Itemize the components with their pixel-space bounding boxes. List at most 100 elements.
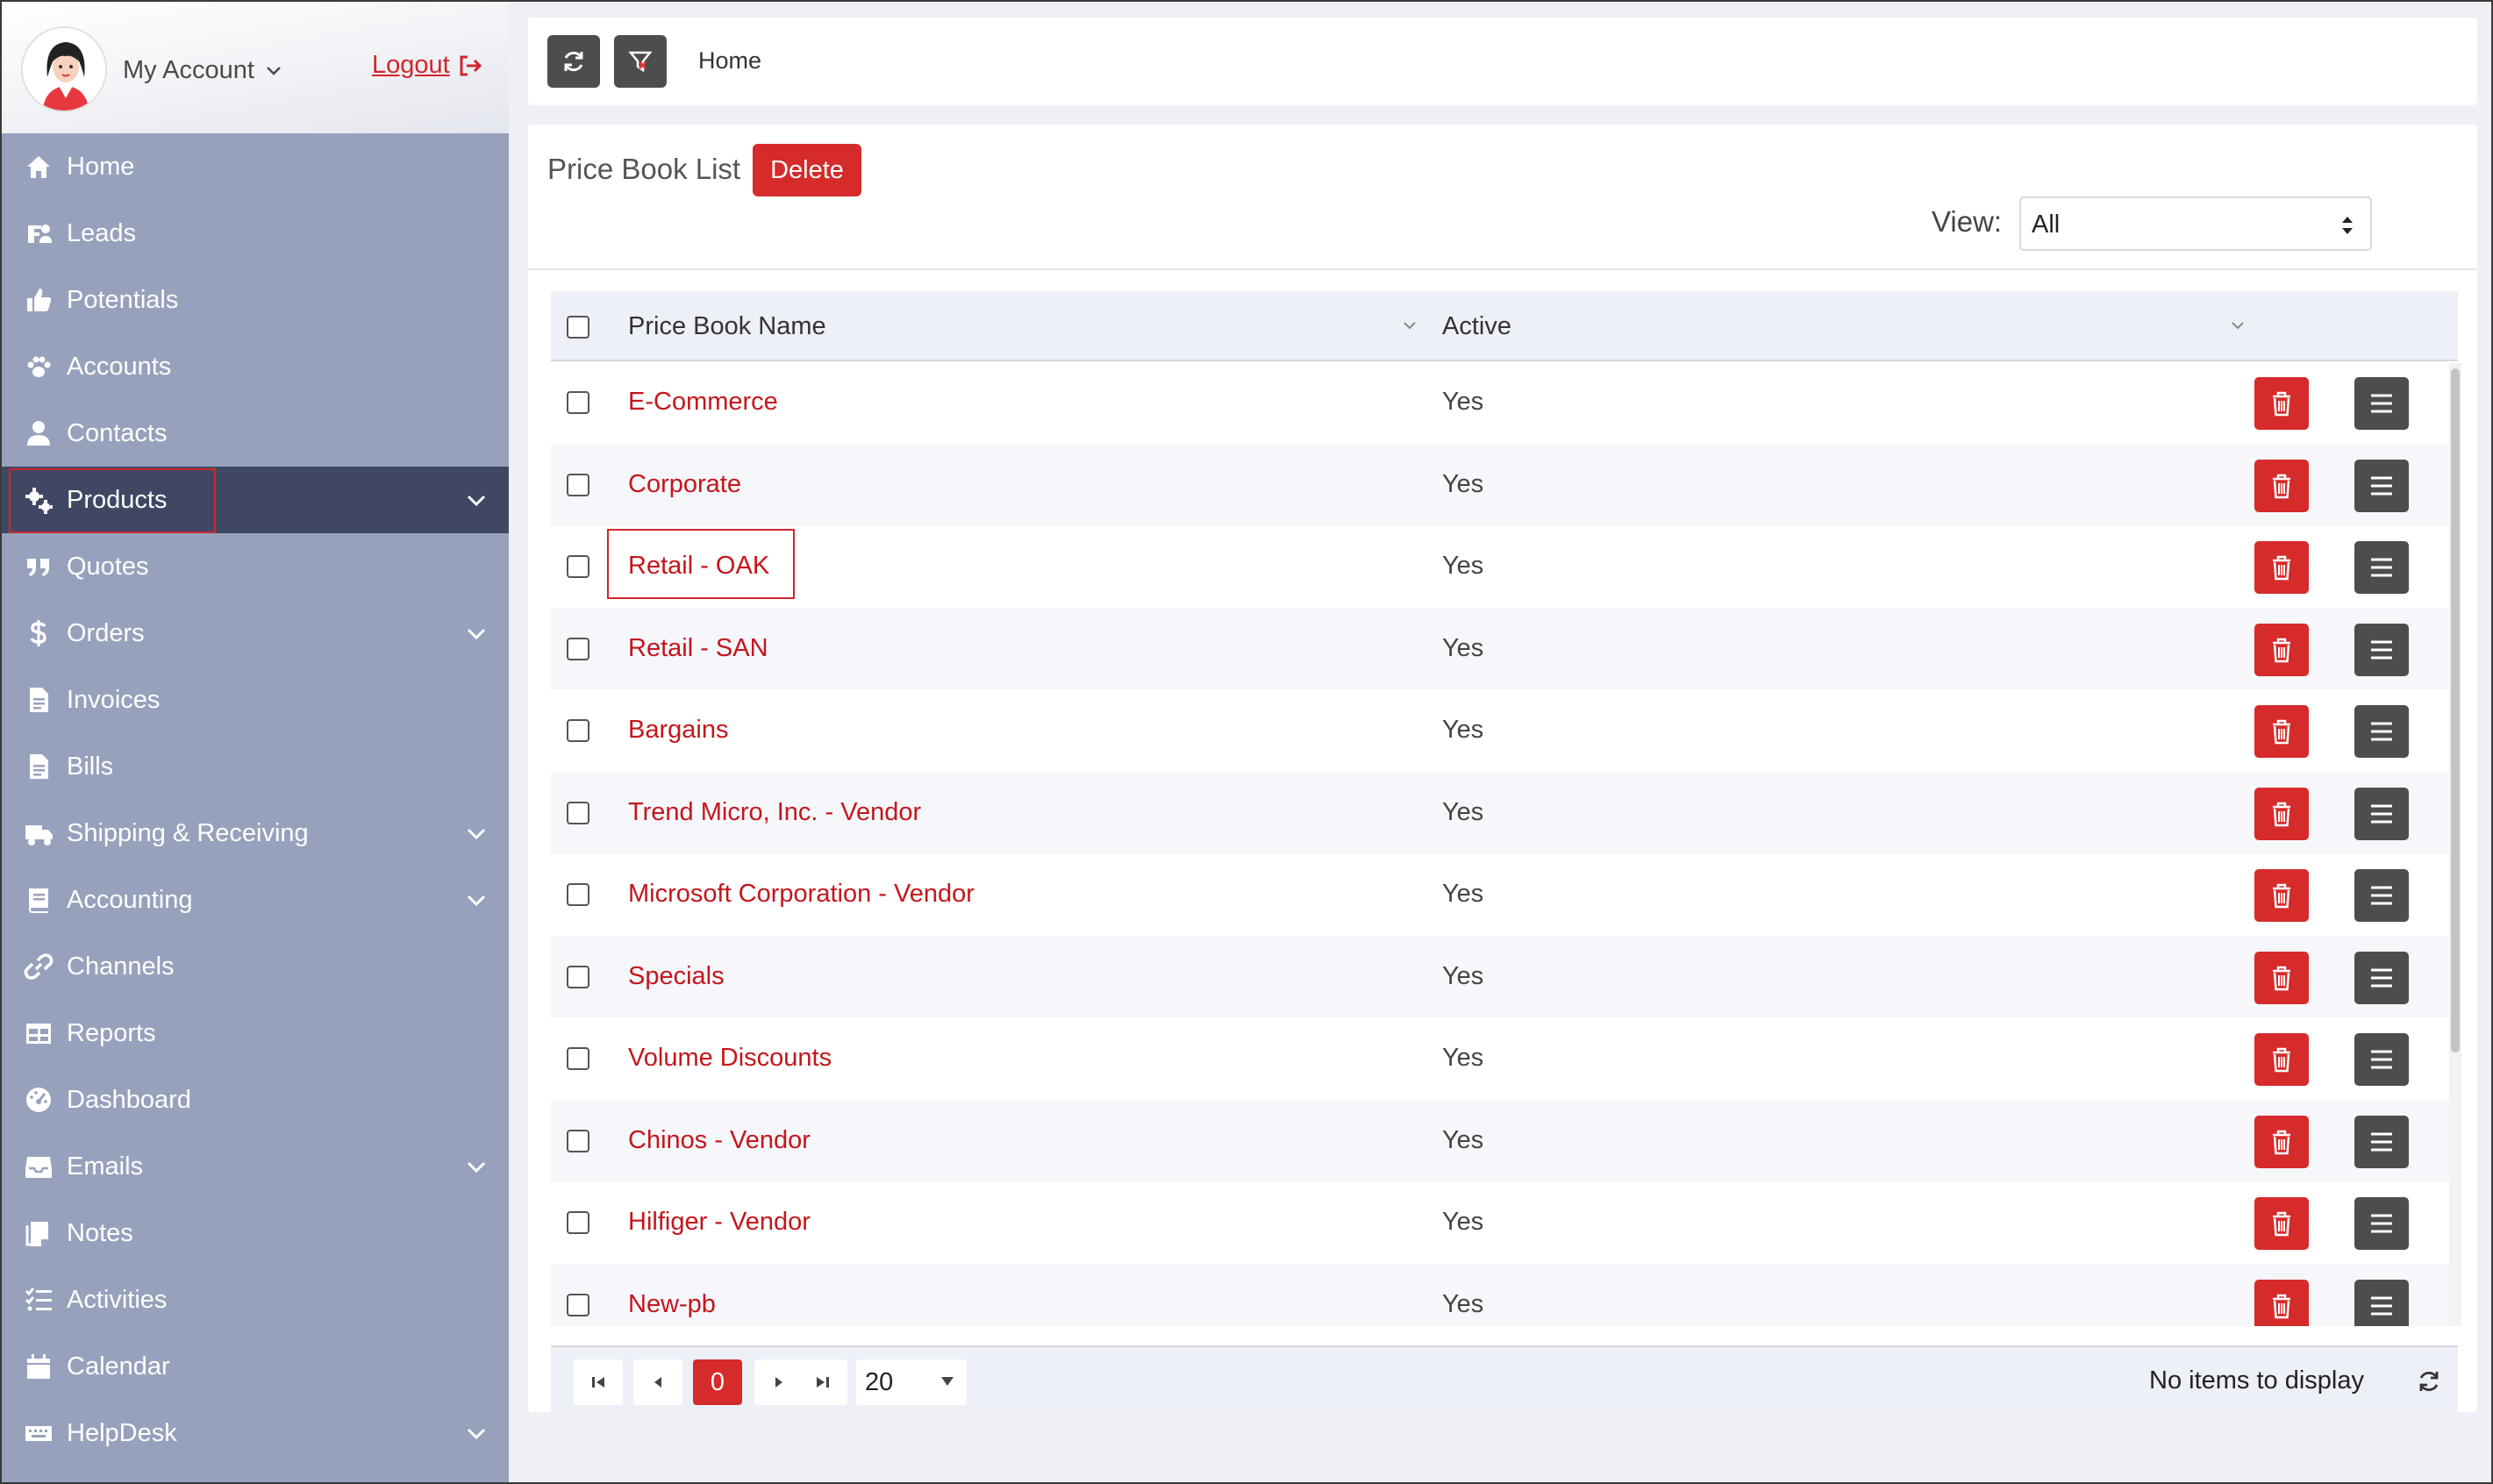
row-menu-button[interactable] [2354, 951, 2409, 1004]
table-row[interactable]: Bargains Yes [551, 689, 2458, 772]
row-menu-button[interactable] [2354, 869, 2409, 922]
sidebar-item-products[interactable]: Products [2, 467, 509, 533]
row-checkbox[interactable] [567, 883, 589, 906]
price-book-name-link[interactable]: Corporate [628, 470, 741, 499]
delete-button[interactable]: Delete [753, 144, 861, 196]
sidebar-item-home[interactable]: Home [2, 133, 509, 200]
delete-row-button[interactable] [2254, 459, 2309, 512]
row-checkbox[interactable] [567, 473, 589, 496]
my-account-menu[interactable]: My Account [123, 56, 284, 85]
clear-filter-button[interactable] [614, 35, 667, 88]
row-checkbox[interactable] [567, 391, 589, 414]
price-book-name-link[interactable]: New-pb [628, 1290, 716, 1319]
delete-row-button[interactable] [2254, 623, 2309, 676]
sidebar-item-reports[interactable]: Reports [2, 1000, 509, 1067]
delete-row-button[interactable] [2254, 705, 2309, 758]
column-menu-icon[interactable] [2228, 316, 2247, 335]
delete-row-button[interactable] [2254, 1197, 2309, 1250]
sidebar-item-potentials[interactable]: Potentials [2, 267, 509, 333]
row-menu-button[interactable] [2354, 787, 2409, 840]
delete-row-button[interactable] [2254, 541, 2309, 594]
row-menu-button[interactable] [2354, 541, 2409, 594]
current-page-button[interactable]: 0 [693, 1359, 742, 1405]
row-menu-button[interactable] [2354, 1033, 2409, 1086]
sidebar-item-invoices[interactable]: Invoices [2, 667, 509, 733]
grid-scrollbar[interactable] [2449, 363, 2461, 1326]
logout-link[interactable]: Logout [372, 51, 483, 80]
chevron-down-icon[interactable] [463, 888, 489, 914]
delete-row-button[interactable] [2254, 787, 2309, 840]
row-menu-button[interactable] [2354, 1197, 2409, 1250]
refresh-button[interactable] [547, 35, 600, 88]
sidebar-item-activities[interactable]: Activities [2, 1266, 509, 1333]
table-row[interactable]: Hilfiger - Vendor Yes [551, 1181, 2458, 1264]
price-book-name-link[interactable]: Bargains [628, 716, 728, 745]
price-book-name-link[interactable]: Microsoft Corporation - Vendor [628, 880, 975, 909]
page-size-select[interactable]: 20 [856, 1359, 967, 1405]
chevron-down-icon[interactable] [463, 621, 489, 647]
delete-row-button[interactable] [2254, 377, 2309, 430]
row-checkbox[interactable] [567, 1129, 589, 1152]
row-checkbox[interactable] [567, 719, 589, 742]
column-menu-icon[interactable] [1400, 316, 1419, 335]
last-page-button[interactable] [798, 1359, 847, 1405]
chevron-down-icon[interactable] [463, 1154, 489, 1181]
breadcrumb[interactable]: Home [698, 47, 761, 75]
sidebar-item-channels[interactable]: Channels [2, 933, 509, 1000]
row-checkbox[interactable] [567, 801, 589, 824]
column-header-active[interactable]: Active [1442, 312, 1511, 341]
row-menu-button[interactable] [2354, 623, 2409, 676]
table-row[interactable]: Retail - OAK Yes [551, 525, 2458, 608]
delete-row-button[interactable] [2254, 869, 2309, 922]
delete-row-button[interactable] [2254, 1279, 2309, 1326]
sidebar-item-accounting[interactable]: Accounting [2, 867, 509, 933]
view-select[interactable]: All [2019, 196, 2372, 251]
sidebar-item-helpdesk[interactable]: HelpDesk [2, 1400, 509, 1466]
table-row[interactable]: Trend Micro, Inc. - Vendor Yes [551, 771, 2458, 853]
table-row[interactable]: Retail - SAN Yes [551, 607, 2458, 689]
first-page-button[interactable] [574, 1359, 623, 1405]
table-row[interactable]: Microsoft Corporation - Vendor Yes [551, 853, 2458, 936]
prev-page-button[interactable] [633, 1359, 682, 1405]
row-menu-button[interactable] [2354, 1115, 2409, 1168]
table-row[interactable]: Chinos - Vendor Yes [551, 1099, 2458, 1181]
delete-row-button[interactable] [2254, 1115, 2309, 1168]
sidebar-item-orders[interactable]: Orders [2, 600, 509, 667]
pager-refresh-icon[interactable] [2416, 1368, 2442, 1395]
row-menu-button[interactable] [2354, 459, 2409, 512]
delete-row-button[interactable] [2254, 1033, 2309, 1086]
sidebar-item-bills[interactable]: Bills [2, 733, 509, 800]
sidebar-item-calendar[interactable]: Calendar [2, 1333, 509, 1400]
table-row[interactable]: E-Commerce Yes [551, 361, 2458, 444]
chevron-down-icon[interactable] [463, 488, 489, 514]
row-checkbox[interactable] [567, 1211, 589, 1234]
row-checkbox[interactable] [567, 965, 589, 988]
price-book-name-link[interactable]: E-Commerce [628, 388, 778, 417]
chevron-down-icon[interactable] [463, 821, 489, 847]
price-book-name-link[interactable]: Chinos - Vendor [628, 1126, 811, 1155]
sidebar-item-dashboard[interactable]: Dashboard [2, 1067, 509, 1133]
price-book-name-link[interactable]: Specials [628, 962, 725, 991]
sidebar-item-leads[interactable]: Leads [2, 200, 509, 267]
sidebar-item-notes[interactable]: Notes [2, 1200, 509, 1266]
price-book-name-link[interactable]: Volume Discounts [628, 1044, 832, 1073]
chevron-down-icon[interactable] [463, 1421, 489, 1447]
table-row[interactable]: Volume Discounts Yes [551, 1017, 2458, 1100]
sidebar-item-shipping-and-receiving[interactable]: Shipping & Receiving [2, 800, 509, 867]
scrollbar-thumb[interactable] [2451, 368, 2460, 1052]
price-book-name-link[interactable]: Trend Micro, Inc. - Vendor [628, 798, 921, 827]
table-row[interactable]: Specials Yes [551, 935, 2458, 1017]
sidebar-item-accounts[interactable]: Accounts [2, 333, 509, 400]
sidebar-item-quotes[interactable]: Quotes [2, 533, 509, 600]
row-menu-button[interactable] [2354, 705, 2409, 758]
avatar[interactable] [21, 26, 107, 112]
table-row[interactable]: Corporate Yes [551, 443, 2458, 525]
select-all-checkbox[interactable] [567, 316, 589, 339]
row-menu-button[interactable] [2354, 1279, 2409, 1326]
row-checkbox[interactable] [567, 555, 589, 578]
next-page-button[interactable] [754, 1359, 804, 1405]
row-checkbox[interactable] [567, 1047, 589, 1070]
row-checkbox[interactable] [567, 1293, 589, 1316]
delete-row-button[interactable] [2254, 951, 2309, 1004]
row-menu-button[interactable] [2354, 377, 2409, 430]
